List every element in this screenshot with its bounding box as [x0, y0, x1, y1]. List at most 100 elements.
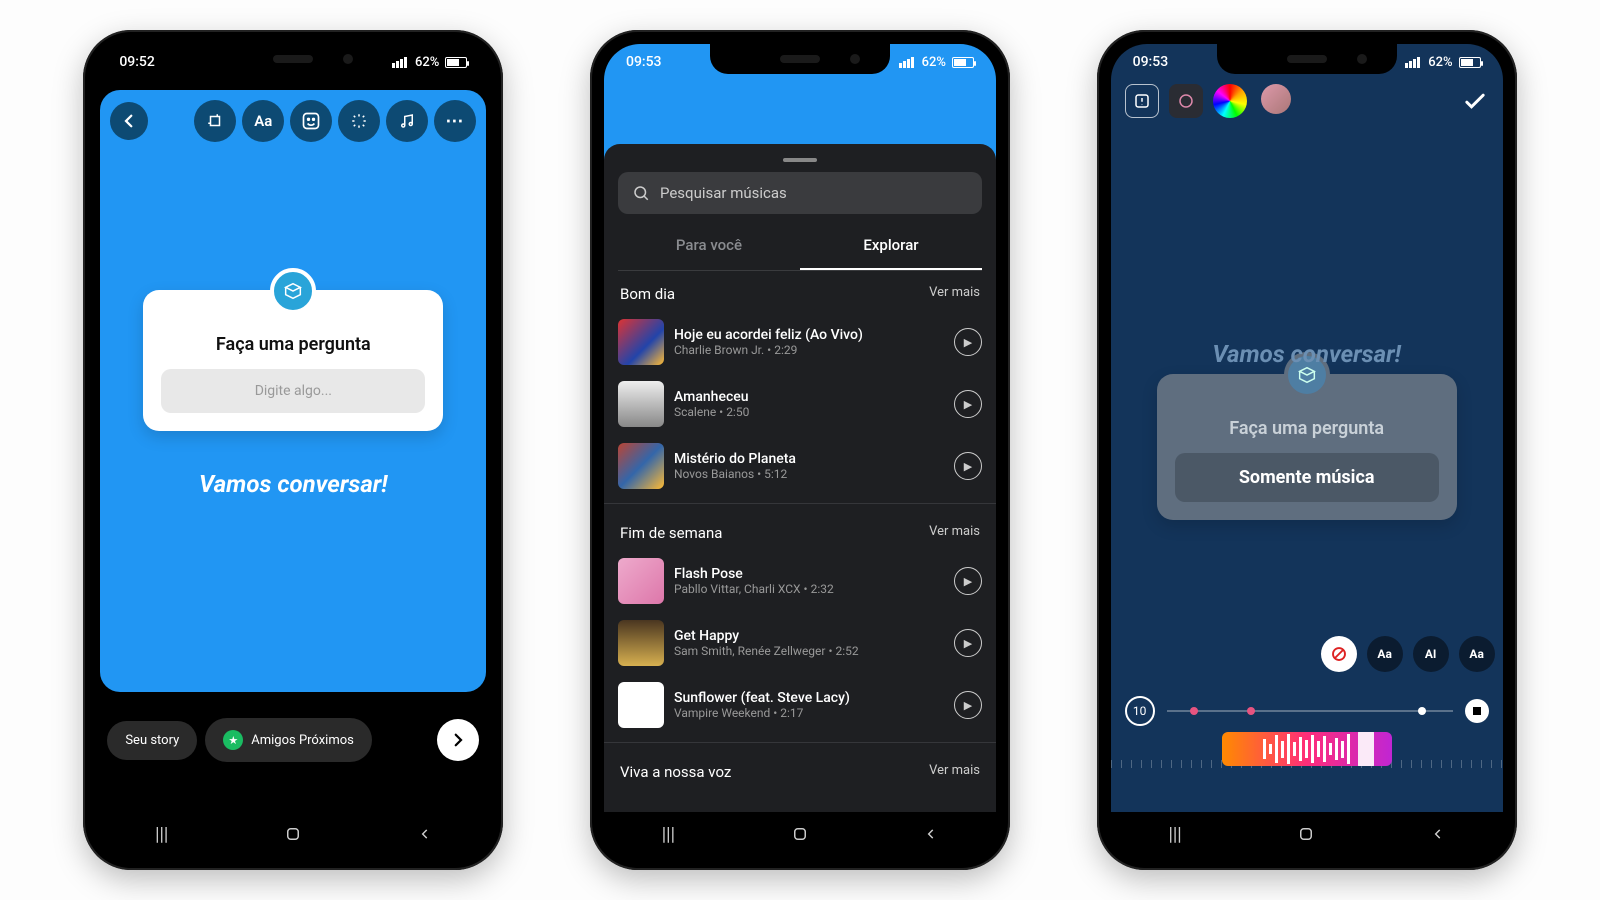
play-icon[interactable]: ▶: [954, 328, 982, 356]
story-caption-dim: Vamos conversar!: [1111, 340, 1503, 368]
track-row[interactable]: Sunflower (feat. Steve Lacy) Vampire Wee…: [618, 674, 982, 736]
nav-recents-icon[interactable]: |||: [155, 824, 168, 845]
album-art: [618, 682, 664, 728]
album-art: [618, 381, 664, 427]
system-nav: |||: [97, 812, 489, 856]
track-row[interactable]: Hoje eu acordei feliz (Ao Vivo) Charlie …: [618, 311, 982, 373]
nav-back-icon[interactable]: [418, 827, 432, 841]
waveform-cursor[interactable]: [1358, 732, 1374, 766]
stop-button[interactable]: [1465, 699, 1489, 723]
track-row[interactable]: Mistério do Planeta Novos Baianos • 5:12…: [618, 435, 982, 497]
clip-length-badge[interactable]: 10: [1125, 696, 1155, 726]
track-subtitle: Pabllo Vittar, Charli XCX • 2:32: [674, 582, 944, 596]
style-option-3[interactable]: Aa: [1459, 636, 1495, 672]
music-edit-canvas: Faça uma pergunta Somente música Vamos c…: [1111, 44, 1503, 812]
album-art: [618, 319, 664, 365]
style-none-icon[interactable]: [1321, 636, 1357, 672]
album-art: [618, 620, 664, 666]
search-input[interactable]: Pesquisar músicas: [618, 172, 982, 214]
track-title: Hoje eu acordei feliz (Ao Vivo): [674, 327, 944, 343]
nav-home-icon[interactable]: [791, 825, 809, 843]
question-badge-icon: [270, 268, 316, 314]
text-icon[interactable]: Aa: [242, 100, 284, 142]
status-indicators: 62%: [1405, 55, 1480, 70]
share-your-story-button[interactable]: Seu story: [107, 721, 197, 760]
next-button[interactable]: [437, 719, 479, 761]
play-icon[interactable]: ▶: [954, 390, 982, 418]
play-icon[interactable]: ▶: [954, 452, 982, 480]
search-placeholder: Pesquisar músicas: [660, 184, 787, 202]
share-close-friends-button[interactable]: ★ Amigos Próximos: [205, 718, 372, 762]
tab-explore[interactable]: Explorar: [800, 222, 982, 270]
phone-frame-1: 09:52 62% Aa: [83, 30, 503, 870]
play-icon[interactable]: ▶: [954, 629, 982, 657]
track-row[interactable]: Flash Pose Pabllo Vittar, Charli XCX • 2…: [618, 550, 982, 612]
track-row[interactable]: Amanheceu Scalene • 2:50 ▶: [618, 373, 982, 435]
album-art: [618, 443, 664, 489]
status-indicators: 62%: [392, 55, 467, 70]
style-option-1[interactable]: Aa: [1367, 636, 1403, 672]
music-only-pill[interactable]: Somente música: [1175, 453, 1439, 502]
question-title: Faça uma pergunta: [1175, 418, 1439, 439]
album-thumb[interactable]: [1169, 84, 1203, 118]
track-subtitle: Novos Baianos • 5:12: [674, 467, 944, 481]
section-title: Fim de semana: [620, 524, 722, 542]
story-caption: Vamos conversar!: [100, 470, 486, 498]
nav-recents-icon[interactable]: |||: [662, 824, 675, 845]
music-picker-sheet: Pesquisar músicas Para você Explorar Bom…: [604, 144, 996, 812]
color-picker-icon[interactable]: [1213, 84, 1247, 118]
clock: 09:53: [626, 54, 662, 70]
track-title: Sunflower (feat. Steve Lacy): [674, 690, 944, 706]
share-close-friends-label: Amigos Próximos: [251, 733, 354, 748]
tab-for-you[interactable]: Para você: [618, 222, 800, 270]
nav-recents-icon[interactable]: |||: [1168, 824, 1181, 845]
device-notch: [710, 44, 890, 74]
story-canvas[interactable]: Aa ⋯: [100, 90, 486, 692]
search-icon: [632, 184, 650, 202]
section-title: Bom dia: [620, 285, 675, 303]
report-icon[interactable]: [1125, 84, 1159, 118]
question-sticker-dim[interactable]: Faça uma pergunta Somente música: [1157, 374, 1457, 520]
question-input[interactable]: Digite algo...: [161, 369, 425, 413]
system-nav: |||: [1111, 812, 1503, 856]
track-subtitle: Vampire Weekend • 2:17: [674, 706, 944, 720]
nav-home-icon[interactable]: [1297, 825, 1315, 843]
status-indicators: 62%: [899, 55, 974, 70]
section-divider: [604, 742, 996, 743]
music-icon[interactable]: [386, 100, 428, 142]
see-more-link[interactable]: Ver mais: [929, 763, 980, 781]
track-title: Amanheceu: [674, 389, 944, 405]
effects-icon[interactable]: [338, 100, 380, 142]
crop-icon[interactable]: [194, 100, 236, 142]
device-notch: [1217, 44, 1397, 74]
nav-back-icon[interactable]: [1431, 827, 1445, 841]
question-sticker[interactable]: Faça uma pergunta Digite algo...: [143, 290, 443, 431]
done-button[interactable]: [1461, 87, 1489, 115]
track-row[interactable]: Get Happy Sam Smith, Renée Zellweger • 2…: [618, 612, 982, 674]
track-title: Mistério do Planeta: [674, 451, 944, 467]
nav-back-icon[interactable]: [924, 827, 938, 841]
close-friends-icon: ★: [223, 730, 243, 750]
see-more-link[interactable]: Ver mais: [929, 524, 980, 542]
nav-home-icon[interactable]: [284, 825, 302, 843]
play-icon[interactable]: ▶: [954, 691, 982, 719]
sheet-handle[interactable]: [783, 158, 817, 162]
back-button[interactable]: [110, 102, 148, 140]
sticker-icon[interactable]: [290, 100, 332, 142]
clock: 09:53: [1133, 54, 1169, 70]
avatar[interactable]: [1261, 84, 1291, 114]
track-title: Get Happy: [674, 628, 944, 644]
section-divider: [604, 503, 996, 504]
share-your-story-label: Seu story: [125, 733, 179, 748]
phone-frame-3: 09:53 62%: [1097, 30, 1517, 870]
style-option-2[interactable]: AI: [1413, 636, 1449, 672]
track-subtitle: Charlie Brown Jr. • 2:29: [674, 343, 944, 357]
play-icon[interactable]: ▶: [954, 567, 982, 595]
more-icon[interactable]: ⋯: [434, 100, 476, 142]
system-nav: |||: [604, 812, 996, 856]
see-more-link[interactable]: Ver mais: [929, 285, 980, 303]
waveform-scrubber[interactable]: [1222, 732, 1392, 766]
music-tabs: Para você Explorar: [618, 222, 982, 271]
clip-slider[interactable]: [1167, 710, 1453, 712]
clock: 09:52: [119, 54, 155, 70]
